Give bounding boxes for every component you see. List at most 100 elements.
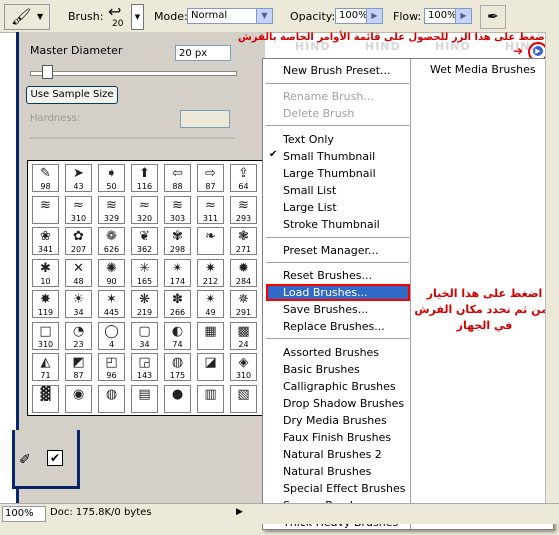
brush-thumbnail[interactable]: ▦	[197, 321, 224, 350]
brush-thumbnail[interactable]: ≈310	[65, 195, 92, 224]
use-sample-size-button[interactable]: Use Sample Size	[26, 86, 118, 104]
brush-thumbnail[interactable]: ≋	[32, 195, 59, 224]
master-diameter-input[interactable]: 20 px	[175, 45, 231, 61]
brush-thumbnail[interactable]: ➧ 50	[98, 164, 125, 192]
check-icon[interactable]: ✔	[47, 450, 63, 466]
brush-thumbnail[interactable]: ≈311	[197, 195, 224, 224]
brush-thumbnail[interactable]: ✎ 98	[32, 164, 59, 192]
zoom-field[interactable]: 100%	[2, 506, 46, 522]
flow-input[interactable]: 100% ▶	[424, 8, 472, 24]
brush-thumbnail[interactable]: ◪	[197, 353, 224, 381]
menu-item-calligraphic-brushes[interactable]: Calligraphic Brushes	[283, 379, 396, 394]
brush-thumbnail[interactable]: ✷ 212	[197, 258, 224, 287]
brush-thumbnail[interactable]: ◭ 71	[32, 353, 59, 381]
brush-thumbnail[interactable]: ◍ 175	[164, 353, 191, 381]
brush-thumbnail[interactable]: ❧	[197, 227, 224, 255]
menu-item-new-brush-preset[interactable]: New Brush Preset...	[283, 63, 391, 78]
brush-thumbnail[interactable]: ❋ 219	[131, 290, 158, 318]
brush-thumbnail[interactable]: ●	[164, 384, 191, 413]
hardness-label: Hardness:	[30, 113, 81, 124]
brush-thumbnail[interactable]: ▩ 24	[230, 321, 257, 350]
brush-picker-button[interactable]: ▼	[131, 4, 144, 30]
brush-size-label: 24	[238, 339, 249, 349]
brush-thumbnail[interactable]: ≈320	[131, 195, 158, 224]
hardness-slider-track[interactable]	[30, 137, 235, 139]
brush-thumbnail[interactable]: ❦ 362	[131, 227, 158, 255]
brush-thumbnail[interactable]: ◲ 143	[131, 353, 158, 381]
mode-select[interactable]: Normal ▼	[187, 8, 273, 24]
brush-thumbnail[interactable]: ▧	[230, 384, 257, 413]
pencil-icon[interactable]: ✐	[19, 452, 31, 468]
brush-thumbnail[interactable]: ◔ 23	[65, 321, 92, 350]
menu-item-small-list[interactable]: Small List	[283, 183, 336, 198]
brush-thumbnail[interactable]: ✾ 298	[164, 227, 191, 255]
menu-item-small-thumbnail[interactable]: Small Thumbnail	[283, 149, 375, 164]
menu-item-rename-brush: Rename Brush...	[283, 90, 374, 103]
brush-thumbnail[interactable]: ▢ 34	[131, 321, 158, 350]
brush-thumbnail[interactable]: ▥	[197, 384, 224, 413]
menu-item-dry-media-brushes[interactable]: Dry Media Brushes	[283, 413, 387, 428]
brush-thumbnail[interactable]: ⇪ 64	[230, 164, 257, 192]
brush-thumbnail[interactable]: ≋ 303	[164, 195, 191, 224]
tool-preset-picker[interactable]: 🖌 ▼	[4, 4, 50, 30]
menu-item-large-thumbnail[interactable]: Large Thumbnail	[283, 166, 376, 181]
brush-thumbnail[interactable]: ✸ 119	[32, 290, 59, 318]
menu-item-replace-brushes[interactable]: Replace Brushes...	[283, 319, 385, 334]
brush-thumbnail[interactable]: ✴ 49	[197, 290, 224, 318]
brush-thumbnail[interactable]: ◍	[98, 384, 125, 413]
brush-thumbnail[interactable]: □ 310	[32, 321, 59, 350]
menu-item-preset-manager[interactable]: Preset Manager...	[283, 243, 379, 258]
brush-thumbnail[interactable]: ≋ 293	[230, 195, 257, 224]
menu-item-stroke-thumbnail[interactable]: Stroke Thumbnail	[283, 217, 380, 232]
brush-thumbnail[interactable]: ✽ 266	[164, 290, 191, 318]
menu-item-large-list[interactable]: Large List	[283, 200, 337, 215]
brush-thumbnail[interactable]: ▤	[131, 384, 158, 413]
brush-thumbnail[interactable]: ◉	[65, 384, 92, 413]
diameter-slider-track[interactable]	[30, 71, 237, 76]
menu-item-special-effect-brushes[interactable]: Special Effect Brushes	[283, 481, 406, 496]
menu-item-reset-brushes[interactable]: Reset Brushes...	[283, 268, 372, 283]
menu-item-natural-brushes[interactable]: Natural Brushes	[283, 464, 371, 479]
brush-thumbnail[interactable]: ◈ 310	[230, 353, 257, 381]
brush-thumbnail[interactable]: ✹ 284	[230, 258, 257, 287]
opacity-input[interactable]: 100% ▶	[335, 8, 383, 24]
airbrush-toggle[interactable]: ✒	[480, 5, 506, 29]
brush-thumbnail[interactable]: ☀ 34	[65, 290, 92, 318]
vertical-scrollbar[interactable]	[545, 32, 559, 503]
brush-thumbnail[interactable]: ✵ 291	[230, 290, 257, 318]
hardness-input[interactable]	[180, 110, 230, 128]
brush-thumbnail[interactable]: ✕ 48	[65, 258, 92, 287]
brush-thumbnail[interactable]: ❀ 341	[32, 227, 59, 255]
palette-menu-icon[interactable]: ▶	[533, 46, 543, 56]
menu-item-load-brushes[interactable]: Load Brushes...	[283, 285, 368, 300]
menu-item-basic-brushes[interactable]: Basic Brushes	[283, 362, 360, 377]
menu-item-faux-finish-brushes[interactable]: Faux Finish Brushes	[283, 430, 391, 445]
brush-thumbnail[interactable]: ➤ 43	[65, 164, 92, 192]
brush-thumbnail[interactable]: ✳ 165	[131, 258, 158, 287]
brush-thumbnail[interactable]: ⬆ 116	[131, 164, 158, 192]
brush-thumbnail[interactable]: ▓	[32, 384, 59, 413]
brush-thumbnail[interactable]: ◯ 4	[98, 321, 125, 350]
brush-thumbnail[interactable]: ⇨ 87	[197, 164, 224, 192]
brush-thumbnail[interactable]: ◩ 87	[65, 353, 92, 381]
brush-thumbnail[interactable]: ❁ 626	[98, 227, 125, 255]
menu-item-save-brushes[interactable]: Save Brushes...	[283, 302, 368, 317]
menu-item-text-only[interactable]: Text Only	[283, 132, 334, 147]
brush-thumbnail[interactable]: ✱ 10	[32, 258, 59, 287]
diameter-slider-thumb[interactable]	[42, 65, 53, 79]
brush-thumbnail[interactable]: ❃ 271	[230, 227, 257, 255]
status-menu-arrow-icon[interactable]: ▶	[236, 507, 243, 517]
menu-item-natural-brushes-2[interactable]: Natural Brushes 2	[283, 447, 382, 462]
brush-thumbnail[interactable]: ✶ 445	[98, 290, 125, 318]
brush-thumbnail[interactable]: ◐ 74	[164, 321, 191, 350]
brush-thumbnail[interactable]: ≋ 329	[98, 195, 125, 224]
menu-item-drop-shadow-brushes[interactable]: Drop Shadow Brushes	[283, 396, 404, 411]
brush-preview[interactable]: ↩ 20	[106, 2, 130, 30]
menu-item-wet-media-brushes[interactable]: Wet Media Brushes	[430, 63, 536, 76]
brush-thumbnail[interactable]: ✺ 90	[98, 258, 125, 287]
brush-thumbnail[interactable]: ✿ 207	[65, 227, 92, 255]
brush-thumbnail[interactable]: ◰ 96	[98, 353, 125, 381]
brush-thumbnail[interactable]: ✴ 174	[164, 258, 191, 287]
brush-thumbnail[interactable]: ⇦ 88	[164, 164, 191, 192]
menu-item-assorted-brushes[interactable]: Assorted Brushes	[283, 345, 379, 360]
